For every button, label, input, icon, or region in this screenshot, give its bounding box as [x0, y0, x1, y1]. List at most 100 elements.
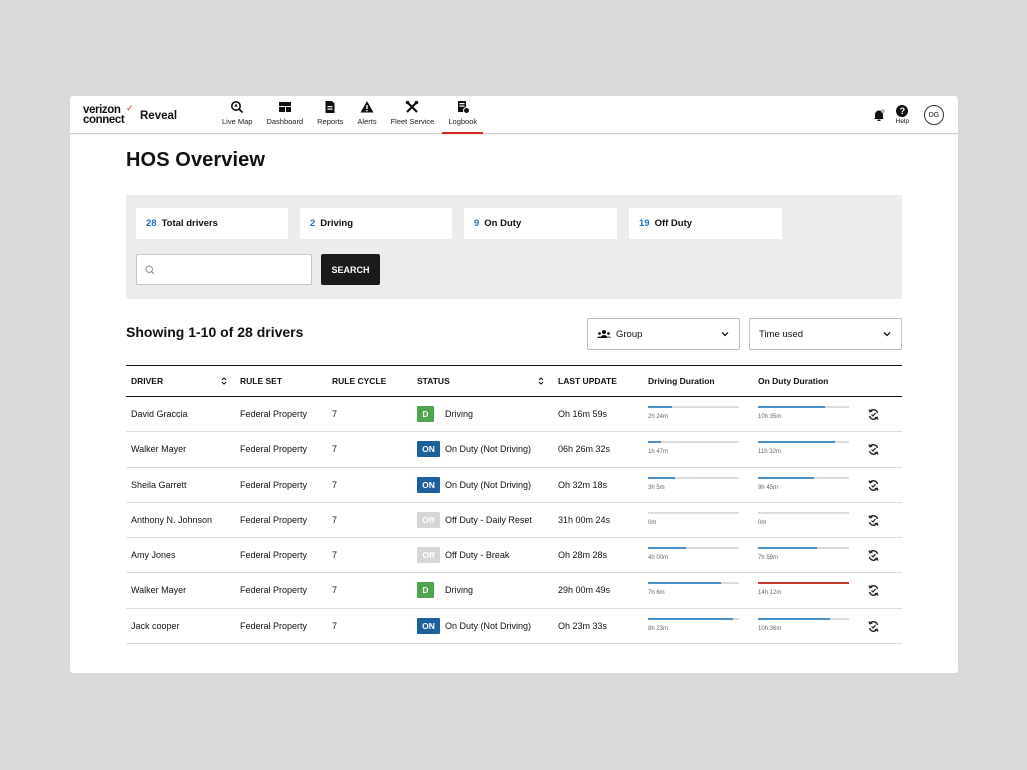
- cell-rule-set: Federal Property: [240, 620, 308, 631]
- table-row[interactable]: Sheila Garrett Federal Property 7 ON On Duty…: [126, 468, 902, 503]
- driving-duration-fill: [648, 547, 686, 550]
- cell-driver[interactable]: Sheila Garrett: [131, 480, 187, 490]
- refresh-icon[interactable]: [867, 584, 880, 597]
- driving-duration-fill: [648, 406, 672, 408]
- table-row[interactable]: Jack cooper Federal Property 7 ON On Duty (N…: [126, 609, 902, 645]
- user-avatar[interactable]: DG: [924, 105, 944, 125]
- logo-line2: connect: [83, 114, 125, 126]
- header-rule-cycle[interactable]: RULE CYCLE: [332, 376, 386, 386]
- table-row[interactable]: Walker Mayer Federal Property 7 ON On Duty (…: [126, 432, 902, 468]
- table-row[interactable]: Anthony N. Johnson Federal Property 7 Off Of…: [126, 503, 902, 539]
- cell-driver[interactable]: Walker Mayer: [131, 585, 186, 595]
- header-status[interactable]: STATUS: [417, 376, 450, 386]
- notification-bell-icon[interactable]: [872, 108, 886, 122]
- drivers-table: DRIVER RULE SET RULE CYCLE STATUS LAST U…: [126, 365, 902, 645]
- on-duty-duration-fill: [758, 476, 814, 479]
- logbook-icon: [457, 101, 470, 114]
- on-duty-duration-label: 9h 45m: [758, 484, 779, 491]
- cell-rule-cycle: 7: [332, 550, 338, 561]
- verizon-connect-reveal-logo[interactable]: verizon ✓ connect Reveal: [83, 103, 203, 127]
- help-icon: ?: [896, 105, 909, 117]
- header-driving-duration[interactable]: Driving Duration: [648, 376, 715, 386]
- cell-status: On Duty (Not Driving): [445, 444, 532, 455]
- status-badge: ON: [417, 441, 440, 458]
- help-button[interactable]: ? Help: [896, 105, 909, 125]
- search-button[interactable]: SEARCH: [321, 254, 380, 285]
- nav-live-map[interactable]: Live Map: [215, 96, 259, 134]
- table-row[interactable]: Amy Jones Federal Property 7 Off Off Duty - …: [126, 538, 902, 574]
- cell-driver[interactable]: Walker Mayer: [131, 444, 186, 454]
- on-duty-duration-bar: [758, 582, 849, 585]
- stat-off-duty[interactable]: 19 Off Duty: [629, 208, 782, 239]
- cell-driver[interactable]: David Graccia: [131, 409, 188, 419]
- on-duty-duration-bar: [758, 441, 849, 444]
- stat-total-drivers[interactable]: 28 Total drivers: [136, 208, 288, 239]
- cell-driver[interactable]: Anthony N. Johnson: [131, 515, 212, 525]
- sort-icon[interactable]: [538, 376, 544, 386]
- driving-duration-bar: [648, 476, 739, 479]
- cell-rule-set: Federal Property: [240, 409, 308, 419]
- nav-fleet-service[interactable]: Fleet Service: [384, 96, 442, 134]
- cell-driver[interactable]: Jack cooper: [131, 621, 180, 631]
- stat-label: On Duty: [484, 218, 522, 229]
- on-duty-duration-label: 10h 36m: [758, 625, 782, 632]
- refresh-icon[interactable]: [867, 408, 880, 421]
- refresh-icon[interactable]: [867, 514, 880, 527]
- cell-driver[interactable]: Amy Jones: [131, 550, 176, 560]
- group-dropdown[interactable]: Group: [587, 318, 740, 350]
- header-driver[interactable]: DRIVER: [131, 376, 163, 386]
- nav-label: Reports: [317, 117, 344, 126]
- table-row[interactable]: Walker Mayer Federal Property 7 D Driving 29h…: [126, 573, 902, 609]
- stat-driving[interactable]: 2 Driving: [300, 208, 452, 239]
- sort-icon[interactable]: [221, 376, 227, 386]
- stat-number: 28: [146, 218, 157, 229]
- top-navigation-bar: verizon ✓ connect Reveal Live Map Dashbo…: [70, 96, 958, 134]
- nav-dashboard[interactable]: Dashboard: [259, 96, 310, 134]
- cell-status: Off Duty - Daily Reset: [445, 514, 532, 525]
- on-duty-duration-bar: [758, 547, 849, 550]
- table-body: David Graccia Federal Property 7 D Driving Oh…: [126, 397, 902, 645]
- driving-duration-label: 0m: [648, 519, 657, 526]
- table-row[interactable]: David Graccia Federal Property 7 D Driving Oh…: [126, 397, 902, 433]
- cell-last-update: Oh 28m 28s: [558, 550, 608, 561]
- header-last-update[interactable]: LAST UPDATE: [558, 376, 617, 386]
- status-badge: Off: [417, 547, 440, 564]
- driving-duration-bar: [648, 582, 739, 585]
- driving-duration-bar: [648, 511, 739, 514]
- header-on-duty-duration[interactable]: On Duty Duration: [758, 376, 828, 386]
- fleet-service-icon: [406, 100, 419, 113]
- driving-duration-label: 2h 24m: [648, 414, 669, 420]
- table-header: DRIVER RULE SET RULE CYCLE STATUS LAST U…: [126, 365, 902, 397]
- app-window: verizon ✓ connect Reveal Live Map Dashbo…: [70, 96, 958, 673]
- search-icon: [145, 264, 155, 274]
- stat-on-duty[interactable]: 9 On Duty: [464, 208, 617, 239]
- refresh-icon[interactable]: [867, 620, 880, 633]
- on-duty-duration-label: 7h 59m: [758, 555, 779, 562]
- search-box[interactable]: [136, 254, 312, 285]
- cell-status: On Duty (Not Driving): [445, 479, 532, 490]
- search-input[interactable]: [161, 264, 301, 275]
- refresh-icon[interactable]: [867, 443, 880, 456]
- time-used-dropdown[interactable]: Time used: [749, 318, 902, 350]
- cell-rule-cycle: 7: [332, 409, 338, 419]
- stat-number: 19: [639, 218, 650, 229]
- cell-status: On Duty (Not Driving): [445, 620, 532, 631]
- driving-duration-fill: [648, 617, 733, 620]
- nav-alerts[interactable]: Alerts: [350, 96, 383, 134]
- results-count: Showing 1-10 of 28 drivers: [126, 324, 304, 340]
- stat-number: 9: [474, 218, 480, 229]
- stat-label: Total drivers: [161, 218, 218, 229]
- nav-logbook[interactable]: Logbook: [441, 96, 484, 134]
- nav-reports[interactable]: Reports: [310, 96, 350, 134]
- driving-duration-fill: [648, 476, 675, 479]
- summary-panel: 28 Total drivers 2 Driving 9 On Duty 19 …: [126, 195, 902, 299]
- live-map-icon: [231, 101, 244, 114]
- cell-rule-cycle: 7: [332, 479, 338, 490]
- status-badge: ON: [417, 617, 440, 634]
- refresh-icon[interactable]: [867, 549, 880, 562]
- on-duty-duration-label: 0m: [758, 519, 767, 526]
- cell-last-update: 29h 00m 49s: [558, 585, 611, 596]
- header-rule-set[interactable]: RULE SET: [240, 376, 282, 386]
- driving-duration-label: 3h 5m: [648, 484, 665, 491]
- refresh-icon[interactable]: [867, 479, 880, 492]
